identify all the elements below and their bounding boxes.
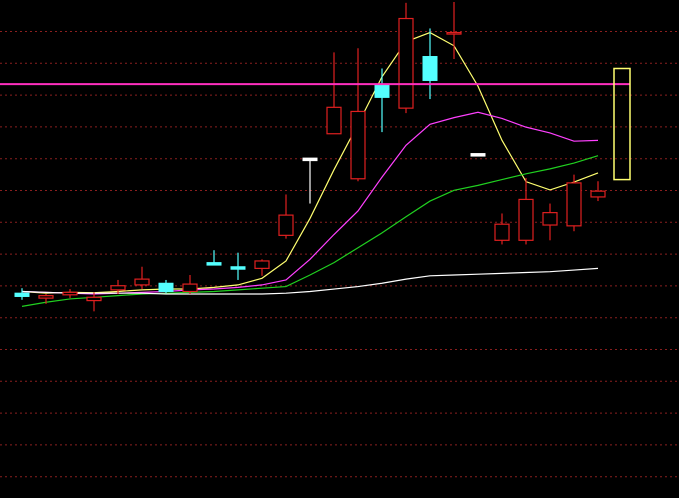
candle-body <box>86 296 102 302</box>
candle-body <box>134 278 150 286</box>
candle-body <box>566 182 582 227</box>
candle-body <box>590 190 606 198</box>
candle-body <box>206 262 222 266</box>
candle <box>566 174 582 232</box>
candle-body <box>398 17 414 109</box>
candlestick-chart <box>0 0 679 498</box>
candle-body <box>518 198 534 241</box>
candle <box>398 2 414 114</box>
candle-body <box>494 223 510 241</box>
candle-body <box>158 282 174 293</box>
candle-body <box>62 291 78 296</box>
candle-body <box>110 285 126 291</box>
candle-body <box>470 153 486 157</box>
candle-body <box>38 295 54 299</box>
candle-body <box>326 106 342 135</box>
candle-body <box>446 31 462 35</box>
candle <box>470 153 486 157</box>
candle-body <box>278 214 294 236</box>
candle-body <box>350 110 366 180</box>
candle-body <box>182 283 198 293</box>
candle-body <box>254 260 270 269</box>
chart-background <box>0 0 679 498</box>
candle-body <box>230 266 246 270</box>
candle-body <box>14 292 30 297</box>
candle-body <box>422 56 438 81</box>
candle-body <box>374 83 390 98</box>
candle-body <box>542 212 558 226</box>
candle-body <box>302 157 318 162</box>
